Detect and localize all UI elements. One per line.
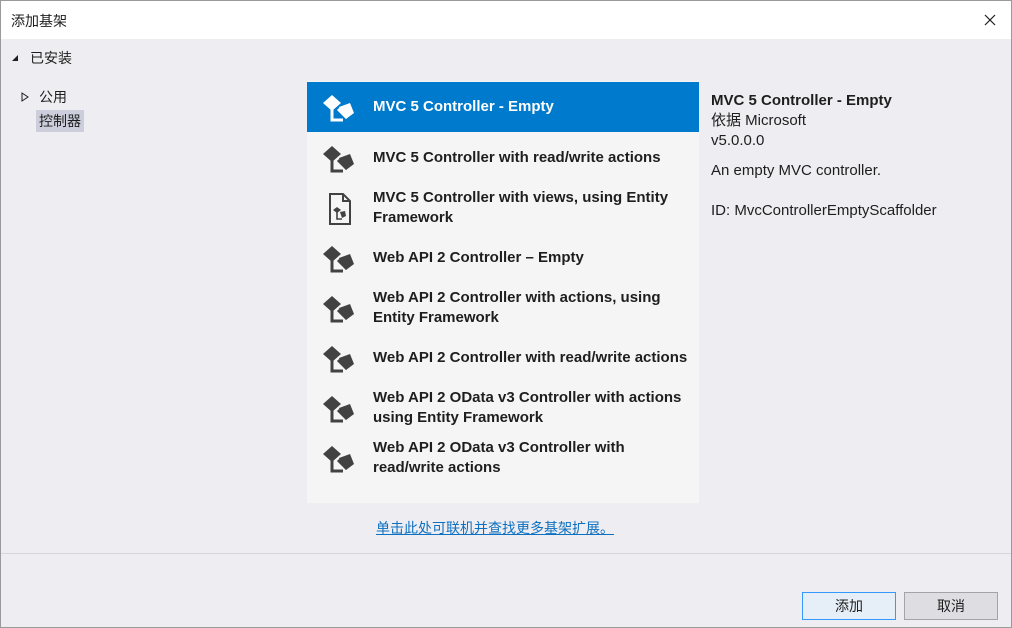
list-item-label: MVC 5 Controller - Empty bbox=[373, 98, 554, 115]
list-item[interactable]: Web API 2 Controller – Empty bbox=[307, 233, 699, 283]
tree-item-controller[interactable]: 控制器 bbox=[36, 110, 84, 132]
list-item[interactable]: Web API 2 Controller with read/write act… bbox=[307, 333, 699, 383]
controller-icon bbox=[321, 142, 357, 176]
list-item-label: MVC 5 Controller with read/write actions bbox=[373, 149, 661, 166]
controller-icon bbox=[321, 91, 357, 125]
window-title: 添加基架 bbox=[11, 13, 67, 29]
add-button[interactable]: 添加 bbox=[802, 592, 896, 620]
tree-root-installed[interactable]: 已安装 bbox=[11, 48, 72, 68]
list-item[interactable]: Web API 2 OData v3 Controller with actio… bbox=[307, 383, 699, 433]
list-item-label: Web API 2 Controller with actions, using… bbox=[373, 289, 661, 326]
add-scaffold-dialog: 添加基架 已安装 公用 控制器 MVC 5 Controller - Empty… bbox=[0, 0, 1012, 628]
title-bar: 添加基架 bbox=[1, 1, 1011, 39]
expand-triangle-icon bbox=[21, 92, 31, 102]
details-id: ID: MvcControllerEmptyScaffolder bbox=[711, 202, 937, 219]
cancel-button[interactable]: 取消 bbox=[904, 592, 998, 620]
list-item[interactable]: MVC 5 Controller with read/write actions bbox=[307, 133, 699, 183]
details-version: v5.0.0.0 bbox=[711, 132, 765, 149]
online-extensions-link[interactable]: 单击此处可联机并查找更多基架扩展。 bbox=[376, 518, 614, 538]
details-name: MVC 5 Controller - Empty bbox=[711, 92, 892, 109]
controller-icon bbox=[321, 342, 357, 376]
list-item-label: Web API 2 Controller with read/write act… bbox=[373, 349, 688, 366]
controller-icon bbox=[321, 242, 357, 276]
details-description: An empty MVC controller. bbox=[711, 162, 882, 179]
tree-root-label: 已安装 bbox=[30, 50, 72, 66]
list-item[interactable]: MVC 5 Controller with views, using Entit… bbox=[307, 183, 699, 233]
list-item-label: Web API 2 OData v3 Controller with actio… bbox=[373, 389, 682, 426]
view-document-icon bbox=[321, 192, 357, 226]
controller-icon bbox=[321, 442, 357, 476]
tree-item-label: 控制器 bbox=[39, 113, 81, 129]
details-panel: MVC 5 Controller - Empty 依据 Microsoft v5… bbox=[711, 91, 1001, 221]
list-item-label: Web API 2 OData v3 Controller with read/… bbox=[373, 439, 625, 476]
list-item[interactable]: Web API 2 Controller with actions, using… bbox=[307, 283, 699, 333]
close-icon bbox=[984, 14, 996, 26]
collapse-triangle-icon bbox=[11, 53, 21, 63]
list-item[interactable]: MVC 5 Controller - Empty bbox=[307, 82, 699, 132]
tree-item-general[interactable]: 公用 bbox=[21, 85, 67, 109]
close-button[interactable] bbox=[975, 5, 1005, 35]
details-author: 依据 Microsoft bbox=[711, 112, 807, 129]
list-item-label: MVC 5 Controller with views, using Entit… bbox=[373, 189, 669, 226]
list-item-label: Web API 2 Controller – Empty bbox=[373, 249, 584, 266]
controller-icon bbox=[321, 392, 357, 426]
controller-icon bbox=[321, 292, 357, 326]
template-list: MVC 5 Controller - Empty MVC 5 Controlle… bbox=[307, 81, 699, 503]
list-item[interactable]: Web API 2 OData v3 Controller with read/… bbox=[307, 433, 699, 483]
tree-item-label: 公用 bbox=[39, 89, 67, 105]
